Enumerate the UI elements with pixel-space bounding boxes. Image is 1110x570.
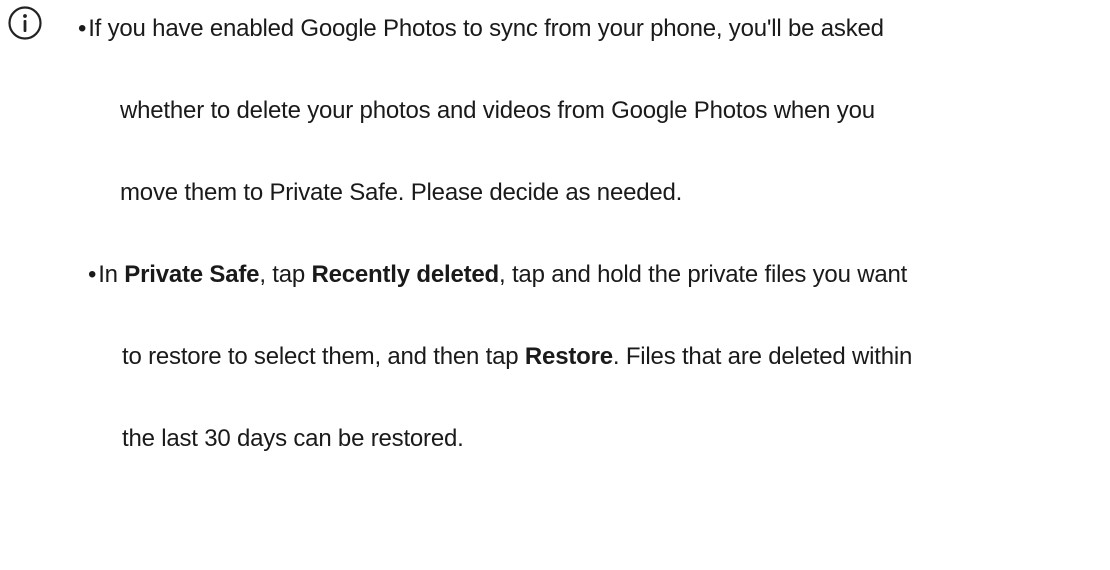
note-2-line-1: •In Private Safe, tap Recently deleted, … <box>88 260 907 290</box>
note-text: to restore to select them, and then tap <box>122 343 525 370</box>
bullet: • <box>88 261 97 288</box>
note-1-line-3: move them to Private Safe. Please decide… <box>120 179 683 206</box>
ui-term-recently-deleted: Recently deleted <box>311 261 500 288</box>
note-1-line-1: •If you have enabled Google Photos to sy… <box>78 14 884 44</box>
note-1-line-2: whether to delete your photos and videos… <box>120 97 875 124</box>
note-text: , tap <box>259 261 312 288</box>
note-text: If you have enabled Google Photos to syn… <box>88 15 884 42</box>
bullet: • <box>78 15 87 42</box>
ui-term-private-safe: Private Safe <box>124 261 260 288</box>
note-2-line-2: to restore to select them, and then tap … <box>122 342 912 372</box>
ui-term-restore: Restore <box>524 343 613 370</box>
note-text: , tap and hold the private files you wan… <box>499 261 908 288</box>
info-icon <box>7 5 43 41</box>
note-2-line-3: the last 30 days can be restored. <box>122 425 464 452</box>
note-text: In <box>98 261 125 288</box>
note-text: . Files that are deleted within <box>612 343 913 370</box>
